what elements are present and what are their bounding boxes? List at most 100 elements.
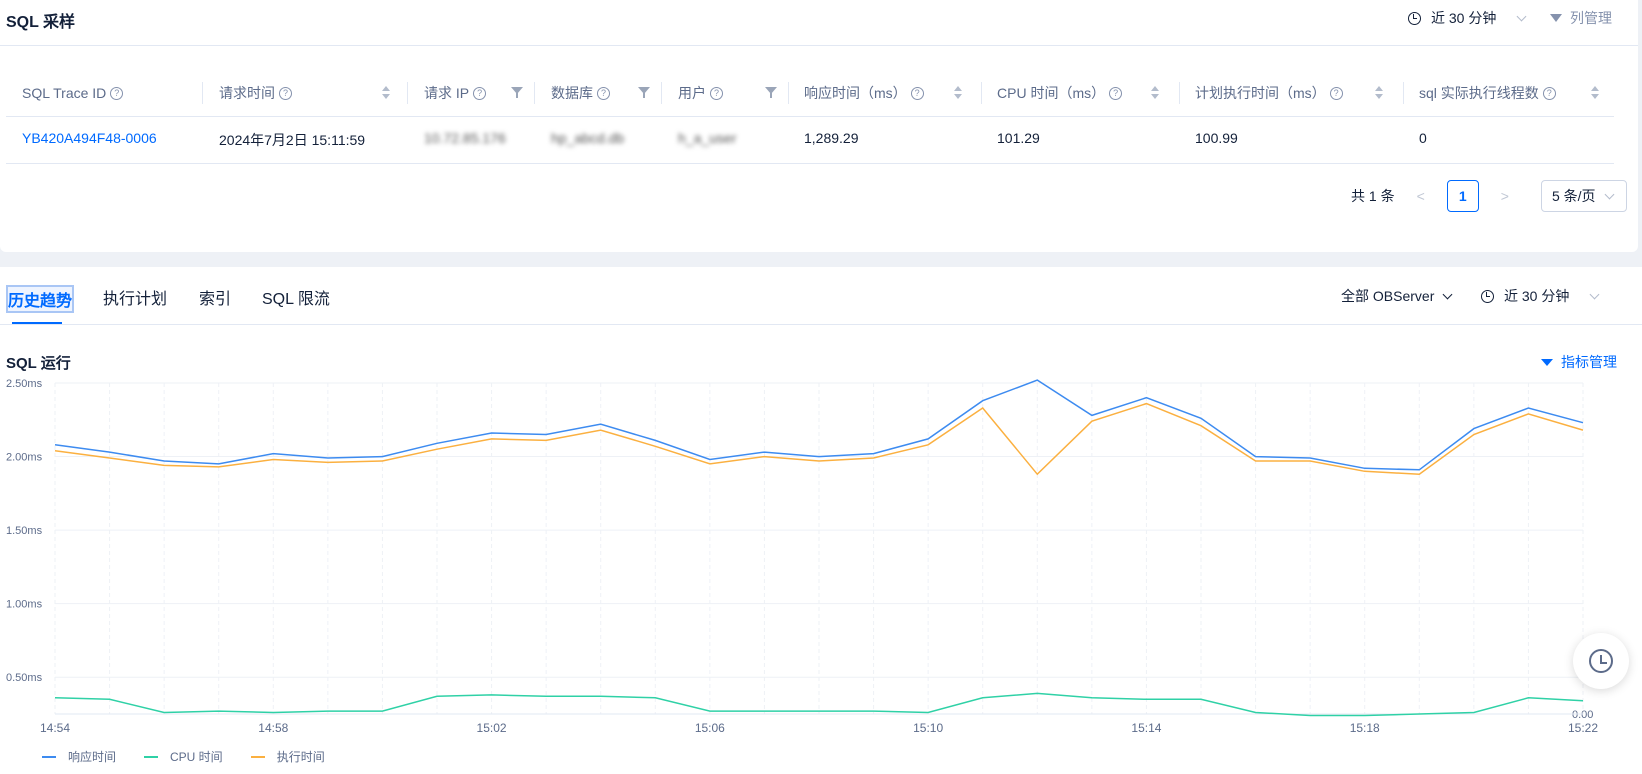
tabs-divider (0, 324, 1642, 325)
page-size-select[interactable]: 5 条/页 (1540, 180, 1627, 212)
col-request-time[interactable]: 请求时间? (202, 80, 407, 106)
observer-select[interactable]: 全部 OBServer (1341, 286, 1453, 306)
database-cell: hp_abcd.db (551, 130, 625, 146)
legend-cpu-time[interactable]: CPU 时间 (144, 748, 223, 765)
response-time-cell: 1,289.29 (804, 130, 859, 146)
sort-icon[interactable] (954, 86, 962, 100)
user-cell: h_a_user (678, 130, 737, 146)
col-request-ip-label: 请求 IP (424, 85, 470, 101)
col-response-time[interactable]: 响应时间（ms）? (788, 80, 981, 106)
col-threads[interactable]: sql 实际执行线程数? (1403, 80, 1615, 106)
legend-swatch (250, 755, 265, 758)
column-separator (534, 82, 535, 104)
help-icon[interactable]: ? (1109, 86, 1123, 100)
col-response-time-label: 响应时间（ms） (804, 85, 907, 101)
chevron-down-icon (1516, 11, 1527, 21)
sql-sample-panel: SQL 采样 近 30 分钟 列管理 (0, 0, 1638, 252)
y-tick-label: 2.00ms (6, 452, 43, 464)
column-separator (788, 82, 789, 104)
legend-response-time[interactable]: 响应时间 (42, 748, 116, 765)
sort-icon[interactable] (1151, 86, 1159, 100)
legend-swatch (42, 755, 56, 758)
col-plan-time-label: 计划执行时间（ms） (1195, 85, 1326, 101)
chevron-down-icon (1604, 189, 1614, 199)
history-float-button[interactable] (1573, 633, 1629, 689)
filter-icon (1541, 358, 1553, 366)
sort-icon[interactable] (1591, 86, 1599, 100)
threads-cell: 0 (1419, 130, 1427, 146)
observer-label: 全部 OBServer (1341, 288, 1435, 304)
legend-label: 执行时间 (276, 750, 325, 764)
col-user[interactable]: 用户? (661, 80, 788, 106)
y-tick-label: 1.00ms (6, 599, 43, 611)
sample-title: SQL 采样 (6, 14, 76, 31)
prev-page-button[interactable]: < (1417, 188, 1425, 204)
col-request-ip[interactable]: 请求 IP? (407, 80, 535, 106)
metric-manage-button[interactable]: 指标管理 (1541, 352, 1617, 372)
column-separator (661, 82, 662, 104)
sort-icon[interactable] (382, 86, 390, 100)
x-tick-label: 15:02 (477, 721, 507, 735)
sort-icon[interactable] (1375, 86, 1383, 100)
col-request-time-label: 请求时间 (219, 85, 275, 101)
col-cpu-time-label: CPU 时间（ms） (997, 85, 1106, 101)
x-tick-label: 15:22 (1568, 721, 1598, 735)
filter-icon[interactable] (638, 87, 650, 98)
tab-sql-throttle[interactable]: SQL 限流 (262, 285, 330, 309)
filter-icon (1550, 14, 1562, 22)
col-threads-label: sql 实际执行线程数 (1419, 85, 1539, 101)
filter-icon[interactable] (511, 87, 523, 98)
tab-execution-plan[interactable]: 执行计划 (103, 285, 167, 309)
trend-time-range-select[interactable]: 近 30 分钟 (1481, 286, 1600, 306)
tab-history-trend[interactable]: 历史趋势 (6, 285, 75, 313)
trend-time-range-label: 近 30 分钟 (1504, 288, 1570, 304)
x-tick-label: 15:18 (1350, 721, 1380, 735)
help-icon[interactable]: ? (1542, 86, 1556, 100)
legend-exec-time[interactable]: 执行时间 (250, 748, 325, 765)
y-tick-label: 1.50ms (6, 525, 43, 537)
y-tick-label: 0.50ms (6, 672, 43, 684)
help-icon[interactable]: ? (110, 86, 124, 100)
pagination: 共 1 条 < 1 > 5 条/页 (1351, 180, 1627, 212)
header-divider (0, 45, 1638, 46)
help-icon[interactable]: ? (710, 86, 723, 100)
y-tick-label-right: 0.00 (1572, 709, 1593, 721)
pagination-total: 共 1 条 (1351, 188, 1395, 204)
column-manage-label: 列管理 (1570, 10, 1612, 26)
plan-time-cell: 100.99 (1195, 130, 1238, 146)
col-trace-id-label: SQL Trace ID (22, 85, 107, 101)
trace-id-link[interactable]: YB420A494F48-0006 (22, 130, 162, 146)
help-icon[interactable]: ? (910, 86, 924, 100)
tab-index[interactable]: 索引 (199, 285, 231, 309)
column-separator (202, 82, 203, 104)
page-size-label: 5 条/页 (1551, 188, 1596, 204)
cpu-time-cell: 101.29 (997, 130, 1040, 146)
x-tick-label: 15:10 (913, 721, 943, 735)
column-manage-button[interactable]: 列管理 (1550, 8, 1612, 28)
help-icon[interactable]: ? (597, 86, 610, 100)
col-database-label: 数据库 (551, 85, 593, 101)
col-database[interactable]: 数据库? (534, 80, 661, 106)
metric-manage-label: 指标管理 (1561, 354, 1617, 370)
sample-time-range-select[interactable]: 近 30 分钟 (1408, 8, 1527, 28)
column-separator (407, 82, 408, 104)
help-icon[interactable]: ? (473, 86, 487, 100)
page-1-button[interactable]: 1 (1446, 180, 1479, 212)
time-range-label: 近 30 分钟 (1431, 10, 1497, 26)
col-trace-id: SQL Trace ID? (22, 80, 202, 106)
help-icon[interactable]: ? (1329, 86, 1343, 100)
chart-legend: 响应时间 CPU 时间 执行时间 (42, 748, 353, 765)
next-page-button[interactable]: > (1501, 188, 1509, 204)
col-cpu-time[interactable]: CPU 时间（ms）? (981, 80, 1179, 106)
clock-icon (1408, 11, 1421, 25)
request-ip-cell: 10.72.85.176 (424, 130, 506, 146)
x-tick-label: 14:58 (258, 721, 288, 735)
col-plan-time[interactable]: 计划执行时间（ms）? (1179, 80, 1403, 106)
x-tick-label: 15:14 (1131, 721, 1161, 735)
y-tick-label: 2.50ms (6, 378, 43, 390)
x-tick-label: 15:06 (695, 721, 725, 735)
column-separator (981, 82, 982, 104)
filter-icon[interactable] (765, 87, 777, 98)
x-tick-label: 14:54 (40, 721, 70, 735)
help-icon[interactable]: ? (279, 86, 292, 100)
